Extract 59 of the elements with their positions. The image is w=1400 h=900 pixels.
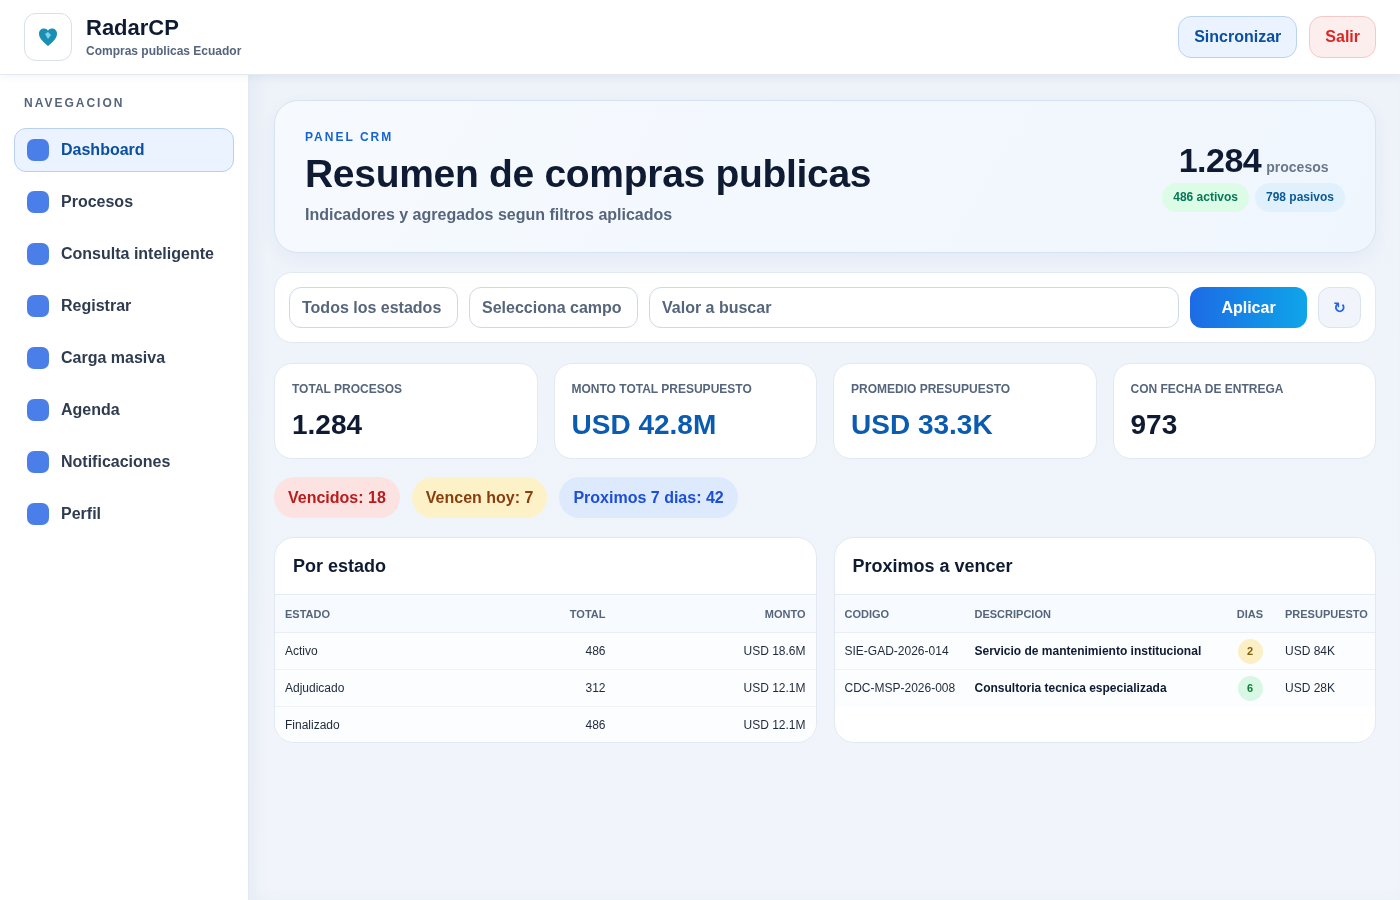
stat-label: CON FECHA DE ENTREGA — [1130, 381, 1284, 397]
nav-item[interactable]: Registrar — [14, 284, 234, 328]
alert-chip: Vencidos: 18 — [274, 477, 400, 518]
select-field[interactable]: Todos los estados — [289, 287, 458, 328]
stat-label: PROMEDIO PRESUPUESTO — [851, 381, 1011, 397]
app-subtitle: Compras publicas Ecuador — [86, 44, 242, 59]
total-count: 1.284 — [1178, 141, 1262, 179]
nav-item[interactable]: Carga masiva — [14, 336, 234, 380]
page-subtitle: Indicadores y agregados segun filtros aplicados — [305, 204, 673, 225]
refresh-button[interactable]: ↻ — [1318, 287, 1361, 328]
column-header: DESCRIPCION — [964, 594, 1225, 633]
card-title: Proximos a vencer — [851, 555, 1014, 578]
column-header: ESTADO — [275, 594, 526, 633]
table-cell: Servicio de mantenimiento institucional — [964, 632, 1225, 670]
column-header: DIAS — [1225, 594, 1275, 633]
search-field[interactable]: Valor a buscar — [649, 287, 1179, 328]
table-cell: SIE-GAD-2026-014 — [834, 632, 965, 670]
table-cell: 312 — [525, 669, 616, 707]
table-cell: USD 12.1M — [615, 706, 816, 742]
nav-item[interactable]: Dashboard — [14, 128, 234, 172]
nav-item[interactable]: Consulta inteligente — [14, 232, 234, 276]
column-header: CODIGO — [834, 594, 965, 633]
stat-value: USD 33.3K — [851, 409, 993, 441]
table-cell: 486 — [525, 632, 616, 670]
app-title: RadarCP — [86, 15, 180, 41]
column-header: PRESUPUESTO — [1275, 594, 1375, 633]
count-pill: 798 pasivos — [1254, 183, 1345, 212]
days-badge: 2 — [1237, 638, 1263, 664]
panel-eyebrow: PANEL CRM — [305, 128, 394, 145]
page-title: Resumen de compras publicas — [305, 150, 872, 197]
table-cell: Finalizado — [275, 706, 526, 742]
alert-chip: Vencen hoy: 7 — [411, 477, 548, 518]
apply-button[interactable]: Aplicar — [1190, 287, 1307, 328]
table-cell: Adjudicado — [275, 669, 526, 707]
nav-item[interactable]: Notificaciones — [14, 440, 234, 484]
column-header: TOTAL — [525, 594, 616, 633]
days-badge: 6 — [1237, 675, 1263, 701]
column-header: MONTO — [615, 594, 816, 633]
table-cell: Activo — [275, 632, 526, 670]
total-unit: procesos — [1266, 159, 1329, 175]
table-cell: USD 12.1M — [615, 669, 816, 707]
select-field[interactable]: Selecciona campo — [469, 287, 638, 328]
stat-label: TOTAL PROCESOS — [292, 381, 402, 397]
logout-button[interactable]: Salir — [1309, 16, 1376, 58]
logo-icon — [24, 13, 72, 61]
nav-item[interactable]: Procesos — [14, 180, 234, 224]
stat-value: USD 42.8M — [571, 409, 717, 441]
stat-label: MONTO TOTAL PRESUPUESTO — [571, 381, 752, 397]
stat-value: 1.284 — [292, 409, 363, 441]
nav-item[interactable]: Agenda — [14, 388, 234, 432]
sidebar-heading: NAVEGACION — [23, 95, 125, 111]
stat-value: 973 — [1130, 409, 1178, 441]
nav-item[interactable]: Perfil — [14, 492, 234, 536]
card-title: Por estado — [292, 555, 388, 578]
sync-button[interactable]: Sincronizar — [1178, 16, 1298, 58]
table-cell: USD 18.6M — [615, 632, 816, 670]
table-cell: USD 84K — [1275, 632, 1375, 670]
count-pill: 486 activos — [1162, 183, 1249, 212]
alert-chip: Proximos 7 dias: 42 — [559, 477, 738, 518]
